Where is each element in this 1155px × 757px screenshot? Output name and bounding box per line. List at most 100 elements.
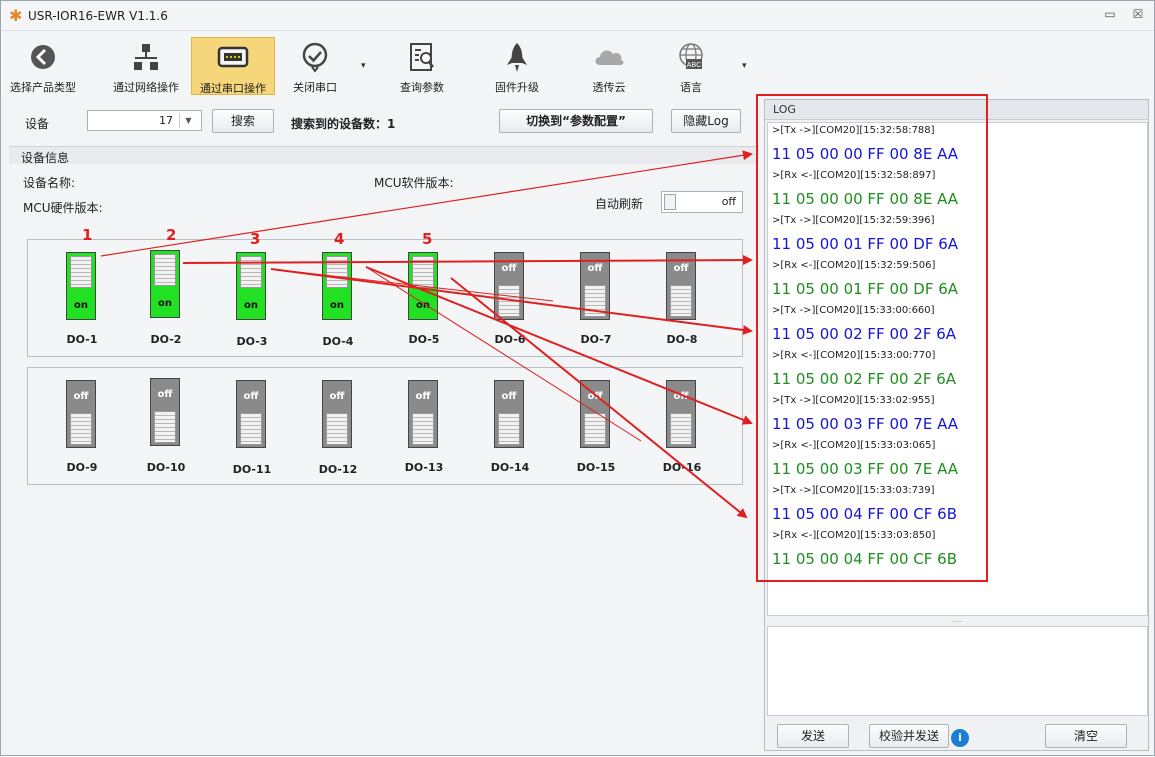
device-panel: 设备 17 ▼ 搜索 搜索到的设备数：1 切换到“参数配置” 隐藏Log 设备信… bbox=[9, 99, 759, 751]
tool-label: 查询参数 bbox=[400, 81, 444, 94]
do-9-label: DO-9 bbox=[66, 461, 98, 474]
switch-handle bbox=[240, 413, 262, 445]
switch-state: off bbox=[329, 391, 345, 402]
search-button[interactable]: 搜索 bbox=[212, 109, 274, 133]
do-4-switch[interactable]: on bbox=[322, 252, 352, 320]
firmware-upgrade-button[interactable]: 固件升级 bbox=[485, 37, 549, 95]
serial-operation-button[interactable]: 通过串口操作 bbox=[191, 37, 275, 95]
do-14-label: DO-14 bbox=[490, 461, 530, 474]
switch-state: off bbox=[415, 391, 431, 402]
back-arrow-icon bbox=[31, 45, 55, 69]
tool-label: 通过网络操作 bbox=[113, 81, 179, 94]
chevron-down-icon[interactable]: ▼ bbox=[179, 113, 197, 128]
do-12-switch[interactable]: off bbox=[322, 380, 352, 448]
switch-handle bbox=[154, 411, 176, 443]
do-16-switch[interactable]: off bbox=[666, 380, 696, 448]
switch-to-config-button[interactable]: 切换到“参数配置” bbox=[499, 109, 653, 133]
switch-state: on bbox=[330, 300, 344, 311]
switch-state: off bbox=[501, 263, 517, 274]
clear-button[interactable]: 清空 bbox=[1045, 724, 1127, 748]
close-serial-dropdown-caret[interactable]: ▾ bbox=[361, 61, 366, 71]
output-group-2: off off off off off off off off DO-9 DO-… bbox=[27, 367, 743, 485]
do-10-switch[interactable]: off bbox=[150, 378, 180, 446]
app-window: ✱ USR-IOR16-EWR V1.1.6 ▭ ☒ 选择产品类型 通过网络操作 bbox=[0, 0, 1155, 756]
globe-abc-icon: ABC bbox=[679, 43, 703, 69]
do-8-label: DO-8 bbox=[666, 333, 698, 346]
tool-label: 透传云 bbox=[592, 81, 626, 94]
log-splitter[interactable]: .... bbox=[767, 616, 1148, 625]
switch-handle bbox=[584, 413, 606, 445]
switch-handle bbox=[154, 254, 176, 286]
do-15-label: DO-15 bbox=[576, 461, 616, 474]
minimize-button[interactable]: ▭ bbox=[1101, 7, 1119, 21]
switch-handle bbox=[412, 413, 434, 445]
do-9-switch[interactable]: off bbox=[66, 380, 96, 448]
close-serial-button[interactable]: 关闭串口 bbox=[281, 37, 349, 95]
auto-refresh-state: off bbox=[721, 195, 736, 208]
do-3-switch[interactable]: on bbox=[236, 252, 266, 320]
cloud-icon bbox=[595, 50, 624, 65]
do-1-switch[interactable]: on bbox=[66, 252, 96, 320]
app-logo-icon: ✱ bbox=[9, 6, 23, 25]
do-5-switch[interactable]: on bbox=[408, 252, 438, 320]
do-7-switch[interactable]: off bbox=[580, 252, 610, 320]
select-product-type-button[interactable]: 选择产品类型 bbox=[3, 37, 83, 95]
do-13-switch[interactable]: off bbox=[408, 380, 438, 448]
switch-handle bbox=[498, 285, 520, 317]
tool-label: 语言 bbox=[680, 81, 702, 94]
do-11-label: DO-11 bbox=[232, 463, 272, 476]
tool-label: 固件升级 bbox=[495, 81, 539, 94]
send-button[interactable]: 发送 bbox=[777, 724, 849, 748]
do-2-switch[interactable]: on bbox=[150, 250, 180, 318]
do-6-switch[interactable]: off bbox=[494, 252, 524, 320]
window-title: USR-IOR16-EWR V1.1.6 bbox=[28, 9, 168, 23]
device-info-header: 设备信息 bbox=[9, 146, 759, 165]
cloud-button[interactable]: 透传云 bbox=[579, 37, 639, 95]
do-4-label: DO-4 bbox=[322, 335, 354, 348]
language-button[interactable]: ABC 语言 bbox=[661, 37, 721, 95]
query-icon bbox=[410, 43, 434, 71]
tool-label: 选择产品类型 bbox=[10, 81, 76, 94]
mcu-hardware-label: MCU硬件版本: bbox=[23, 201, 103, 215]
do-7-label: DO-7 bbox=[580, 333, 612, 346]
query-params-button[interactable]: 查询参数 bbox=[387, 37, 457, 95]
do-10-label: DO-10 bbox=[146, 461, 186, 474]
do-2-label: DO-2 bbox=[150, 333, 182, 346]
switch-state: on bbox=[416, 300, 430, 311]
info-icon[interactable]: i bbox=[951, 729, 969, 747]
device-label: 设备 bbox=[25, 117, 50, 131]
network-icon bbox=[134, 44, 158, 70]
serial-port-icon bbox=[217, 46, 249, 68]
annotation-marker: 2 bbox=[166, 226, 177, 244]
do-8-switch[interactable]: off bbox=[666, 252, 696, 320]
switch-state: on bbox=[158, 298, 172, 309]
switch-handle bbox=[70, 413, 92, 445]
annotation-marker: 5 bbox=[422, 230, 433, 248]
switch-state: off bbox=[673, 391, 689, 402]
do-14-switch[interactable]: off bbox=[494, 380, 524, 448]
switch-state: on bbox=[244, 300, 258, 311]
switch-state: off bbox=[673, 263, 689, 274]
switch-handle bbox=[670, 285, 692, 317]
do-13-label: DO-13 bbox=[404, 461, 444, 474]
do-12-label: DO-12 bbox=[318, 463, 358, 476]
network-operation-button[interactable]: 通过网络操作 bbox=[105, 37, 187, 95]
do-15-switch[interactable]: off bbox=[580, 380, 610, 448]
do-5-label: DO-5 bbox=[408, 333, 440, 346]
tool-label: 关闭串口 bbox=[293, 81, 337, 94]
hide-log-button[interactable]: 隐藏Log bbox=[671, 109, 741, 133]
send-input[interactable] bbox=[767, 626, 1148, 716]
checksum-send-button[interactable]: 校验并发送 bbox=[869, 724, 949, 748]
switch-handle bbox=[326, 256, 348, 288]
device-select[interactable]: 17 ▼ bbox=[87, 110, 202, 131]
mcu-software-label: MCU软件版本: bbox=[374, 176, 454, 190]
do-3-label: DO-3 bbox=[236, 335, 268, 348]
tool-label: 通过串口操作 bbox=[200, 82, 266, 95]
switch-handle bbox=[584, 285, 606, 317]
language-dropdown-caret[interactable]: ▾ bbox=[742, 61, 747, 71]
close-button[interactable]: ☒ bbox=[1129, 7, 1147, 21]
auto-refresh-toggle[interactable]: off bbox=[661, 191, 743, 213]
do-11-switch[interactable]: off bbox=[236, 380, 266, 448]
do-1-label: DO-1 bbox=[66, 333, 98, 346]
main-toolbar: 选择产品类型 通过网络操作 通过串口操作 关闭串口 ▾ 查询参数 固件升级 透传… bbox=[1, 31, 1154, 97]
